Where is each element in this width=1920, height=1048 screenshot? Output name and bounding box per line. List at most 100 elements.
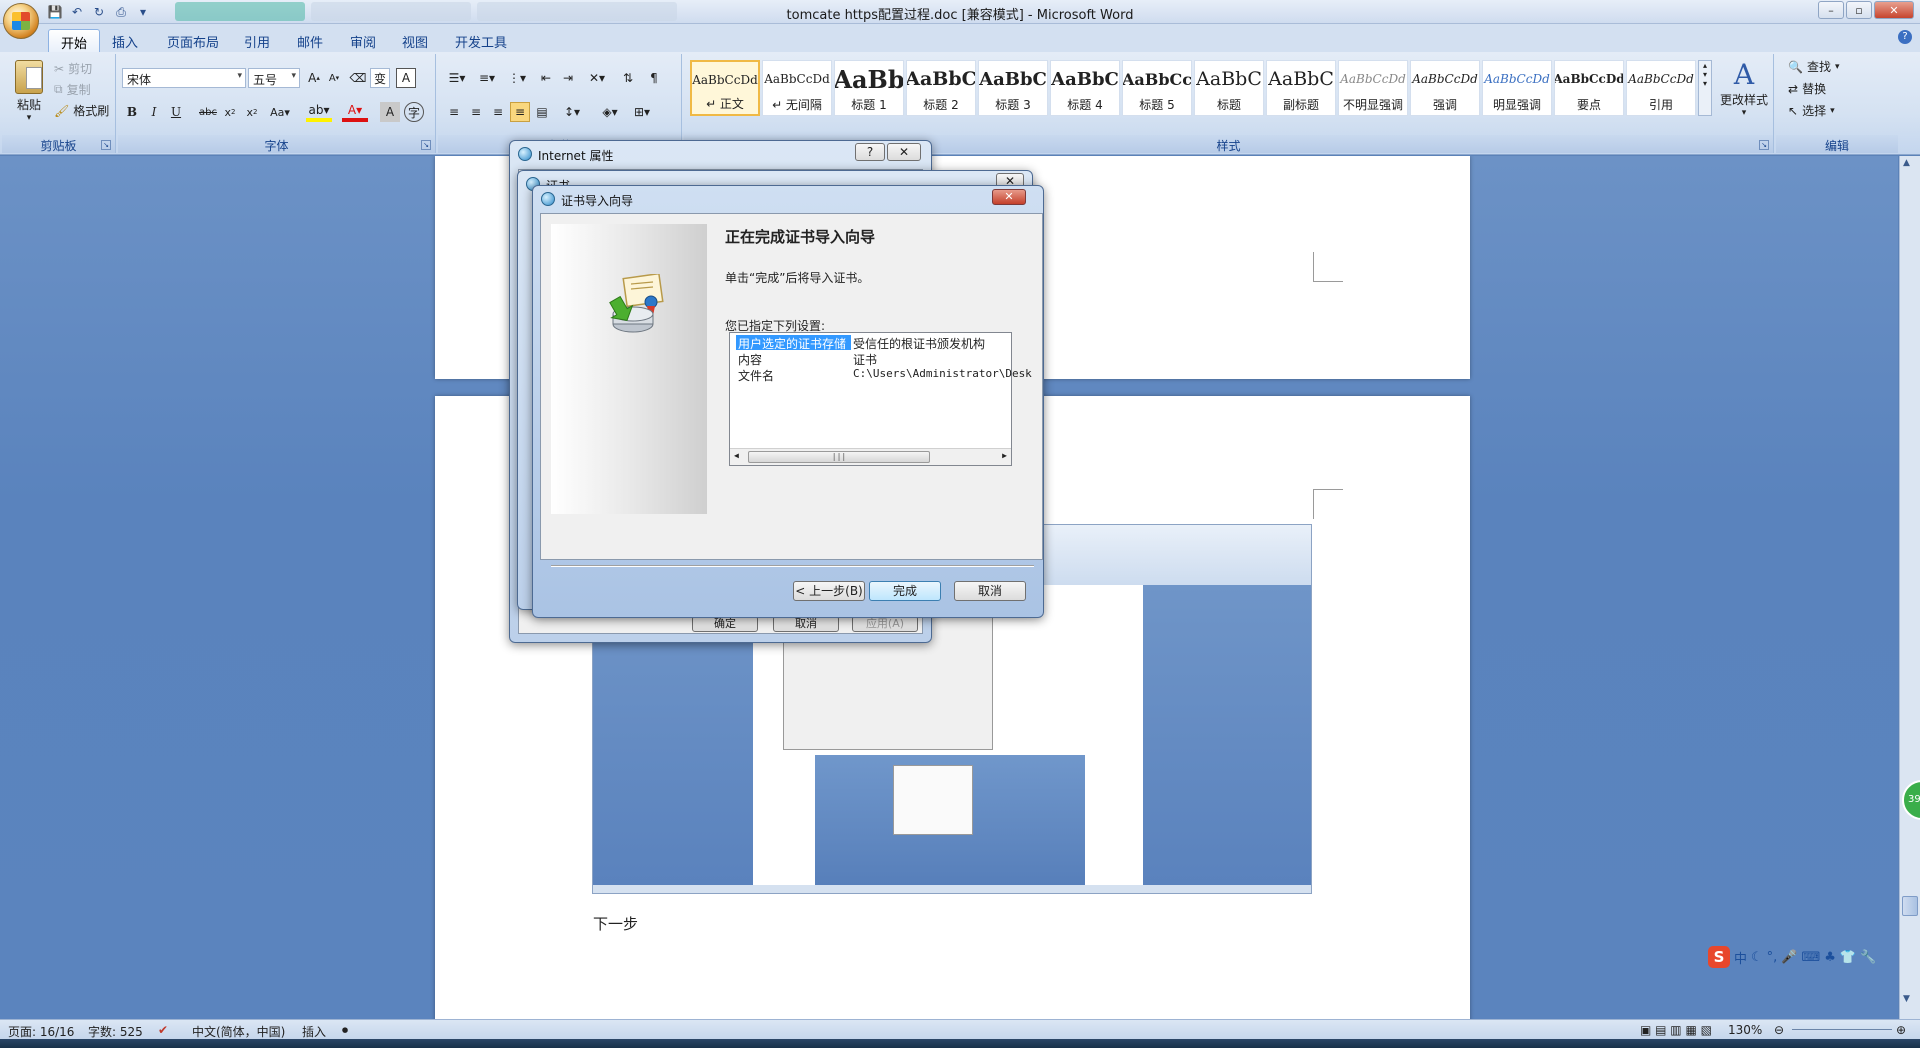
change-styles-button[interactable]: A 更改样式 ▾: [1716, 58, 1772, 118]
show-marks-icon[interactable]: ¶: [644, 68, 664, 88]
subscript-icon[interactable]: x2: [220, 102, 240, 122]
caption-text[interactable]: 下一步: [593, 913, 638, 934]
moon-icon[interactable]: ☾: [1751, 950, 1763, 965]
shrink-font-icon[interactable]: A ▾: [324, 68, 344, 88]
apply-button[interactable]: 应用(A): [852, 616, 918, 632]
scroll-right-icon[interactable]: ▶: [1002, 451, 1007, 460]
page-count[interactable]: 页面: 16/16: [8, 1023, 74, 1040]
style-intense-emphasis[interactable]: AaBbCcDd 明显强调: [1482, 60, 1552, 116]
settings-row[interactable]: 文件名 C:\Users\Administrator\Desk: [736, 367, 1032, 383]
gallery-scroll[interactable]: ▴ ▾ ▾: [1698, 60, 1712, 116]
office-button[interactable]: [3, 3, 39, 39]
font-size-combo[interactable]: 五号: [248, 68, 300, 88]
vertical-scrollbar[interactable]: ▲ ▼: [1899, 156, 1920, 1019]
scroll-thumb[interactable]: |||: [748, 451, 930, 463]
paste-button[interactable]: 粘贴 ▾: [12, 60, 46, 123]
bold-icon[interactable]: B: [122, 102, 142, 122]
copy-button[interactable]: ⧉ 复制: [54, 81, 91, 98]
view-buttons[interactable]: ▣ ▤ ▥ ▦ ▧: [1640, 1023, 1712, 1037]
language[interactable]: 中文(简体，中国): [192, 1023, 285, 1040]
cut-button[interactable]: ✂ 剪切: [54, 60, 92, 77]
style-subtitle[interactable]: AaBbC 副标题: [1266, 60, 1336, 116]
char-border-icon[interactable]: A: [396, 68, 416, 88]
sogou-logo-icon[interactable]: S: [1708, 946, 1730, 968]
asian-layout-icon[interactable]: ✕▾: [584, 68, 610, 88]
style-strong[interactable]: AaBbCcDd 要点: [1554, 60, 1624, 116]
increase-indent-icon[interactable]: ⇥: [558, 68, 578, 88]
style-heading-5[interactable]: AaBbCc 标题 5: [1122, 60, 1192, 116]
style-quote[interactable]: AaBbCcDd 引用: [1626, 60, 1696, 116]
zoom-level[interactable]: 130%: [1728, 1023, 1762, 1037]
skin-icon[interactable]: ♣: [1824, 950, 1836, 965]
numbering-icon[interactable]: ≡▾: [474, 68, 500, 88]
wrench-icon[interactable]: 🔧: [1860, 950, 1876, 965]
underline-icon[interactable]: U: [166, 102, 186, 122]
borders-icon[interactable]: ⊞▾: [628, 102, 656, 122]
settings-row[interactable]: 用户选定的证书存储 受信任的根证书颁发机构: [736, 335, 985, 351]
italic-icon[interactable]: I: [144, 102, 164, 122]
style-no-spacing[interactable]: AaBbCcDd ↵ 无间隔: [762, 60, 832, 116]
styles-launcher-icon[interactable]: ↘: [1759, 140, 1769, 150]
distributed-icon[interactable]: ▤: [532, 102, 552, 122]
shirt-icon[interactable]: 👕: [1840, 950, 1856, 965]
find-button[interactable]: 🔍 查找 ▾: [1788, 58, 1840, 75]
tab-review[interactable]: 审阅: [338, 29, 388, 52]
scroll-left-icon[interactable]: ◀: [734, 451, 739, 460]
close-button[interactable]: ✕: [1874, 1, 1914, 19]
scroll-up-icon[interactable]: ▲: [1903, 158, 1910, 168]
zoom-in-icon[interactable]: ⊕: [1896, 1023, 1906, 1037]
help-icon[interactable]: ?: [1898, 30, 1912, 44]
tab-home[interactable]: 开始: [48, 29, 101, 52]
microphone-icon[interactable]: 🎤: [1781, 950, 1797, 965]
font-name-combo[interactable]: 宋体: [122, 68, 246, 88]
tab-developer[interactable]: 开发工具: [443, 29, 519, 52]
font-launcher-icon[interactable]: ↘: [421, 140, 431, 150]
sort-icon[interactable]: ⇅: [618, 68, 638, 88]
tab-view[interactable]: 视图: [390, 29, 440, 52]
align-center-icon[interactable]: ≡: [466, 102, 486, 122]
style-title[interactable]: AaBbC 标题: [1194, 60, 1264, 116]
line-spacing-icon[interactable]: ↕▾: [558, 102, 586, 122]
select-button[interactable]: ↖ 选择 ▾: [1788, 102, 1835, 119]
settings-row[interactable]: 内容 证书: [736, 351, 877, 367]
ok-button[interactable]: 确定: [692, 616, 758, 632]
align-right-icon[interactable]: ≡: [488, 102, 508, 122]
font-color-icon[interactable]: A▾: [342, 102, 368, 122]
close-button[interactable]: ✕: [887, 143, 921, 161]
tab-mailings[interactable]: 邮件: [285, 29, 335, 52]
insert-mode[interactable]: 插入: [302, 1023, 326, 1040]
style-heading-2[interactable]: AaBbC 标题 2: [906, 60, 976, 116]
cancel-button[interactable]: 取消: [773, 616, 839, 632]
minimize-button[interactable]: –: [1818, 1, 1844, 19]
keyboard-icon[interactable]: ⌨: [1802, 950, 1821, 965]
tab-references[interactable]: 引用: [232, 29, 282, 52]
highlight-icon[interactable]: ab▾: [306, 102, 332, 122]
scroll-down-icon[interactable]: ▼: [1903, 994, 1910, 1004]
grow-font-icon[interactable]: A ▴: [304, 68, 324, 88]
punctuation-icon[interactable]: °,: [1767, 950, 1778, 965]
format-painter-button[interactable]: 🖌 格式刷: [54, 102, 109, 119]
multilevel-list-icon[interactable]: ⋮▾: [504, 68, 530, 88]
word-count[interactable]: 字数: 525: [88, 1023, 143, 1040]
strikethrough-icon[interactable]: abc: [198, 102, 218, 122]
superscript-icon[interactable]: x2: [242, 102, 262, 122]
phonetic-guide-icon[interactable]: 变: [370, 68, 390, 88]
wizard-close-button[interactable]: ✕: [992, 189, 1026, 205]
style-normal[interactable]: AaBbCcDd ↵ 正文: [690, 60, 760, 116]
proofing-icon[interactable]: ✔: [158, 1023, 168, 1037]
cancel-button[interactable]: 取消: [954, 581, 1026, 601]
decrease-indent-icon[interactable]: ⇤: [536, 68, 556, 88]
settings-listbox[interactable]: 用户选定的证书存储 受信任的根证书颁发机构 内容 证书 文件名 C:\Users…: [729, 332, 1032, 466]
finish-button[interactable]: 完成: [869, 581, 941, 601]
help-button[interactable]: ?: [855, 143, 885, 161]
clear-format-icon[interactable]: ⌫: [348, 68, 368, 88]
certificate-import-wizard[interactable]: 证书导入向导 ✕ 正在完成证书导入向导 单击“完成”后将导入证书。 您已指定下列…: [532, 185, 1044, 618]
style-heading-4[interactable]: AaBbC 标题 4: [1050, 60, 1120, 116]
settings-hscrollbar[interactable]: ◀ ||| ▶: [730, 448, 1011, 465]
shading-icon[interactable]: ◈▾: [596, 102, 624, 122]
align-left-icon[interactable]: ≡: [444, 102, 464, 122]
scroll-thumb[interactable]: [1902, 896, 1918, 916]
tab-insert[interactable]: 插入: [100, 29, 150, 52]
change-case-icon[interactable]: Aa▾: [266, 102, 294, 122]
macro-record-icon[interactable]: ⏺: [342, 1023, 348, 1038]
